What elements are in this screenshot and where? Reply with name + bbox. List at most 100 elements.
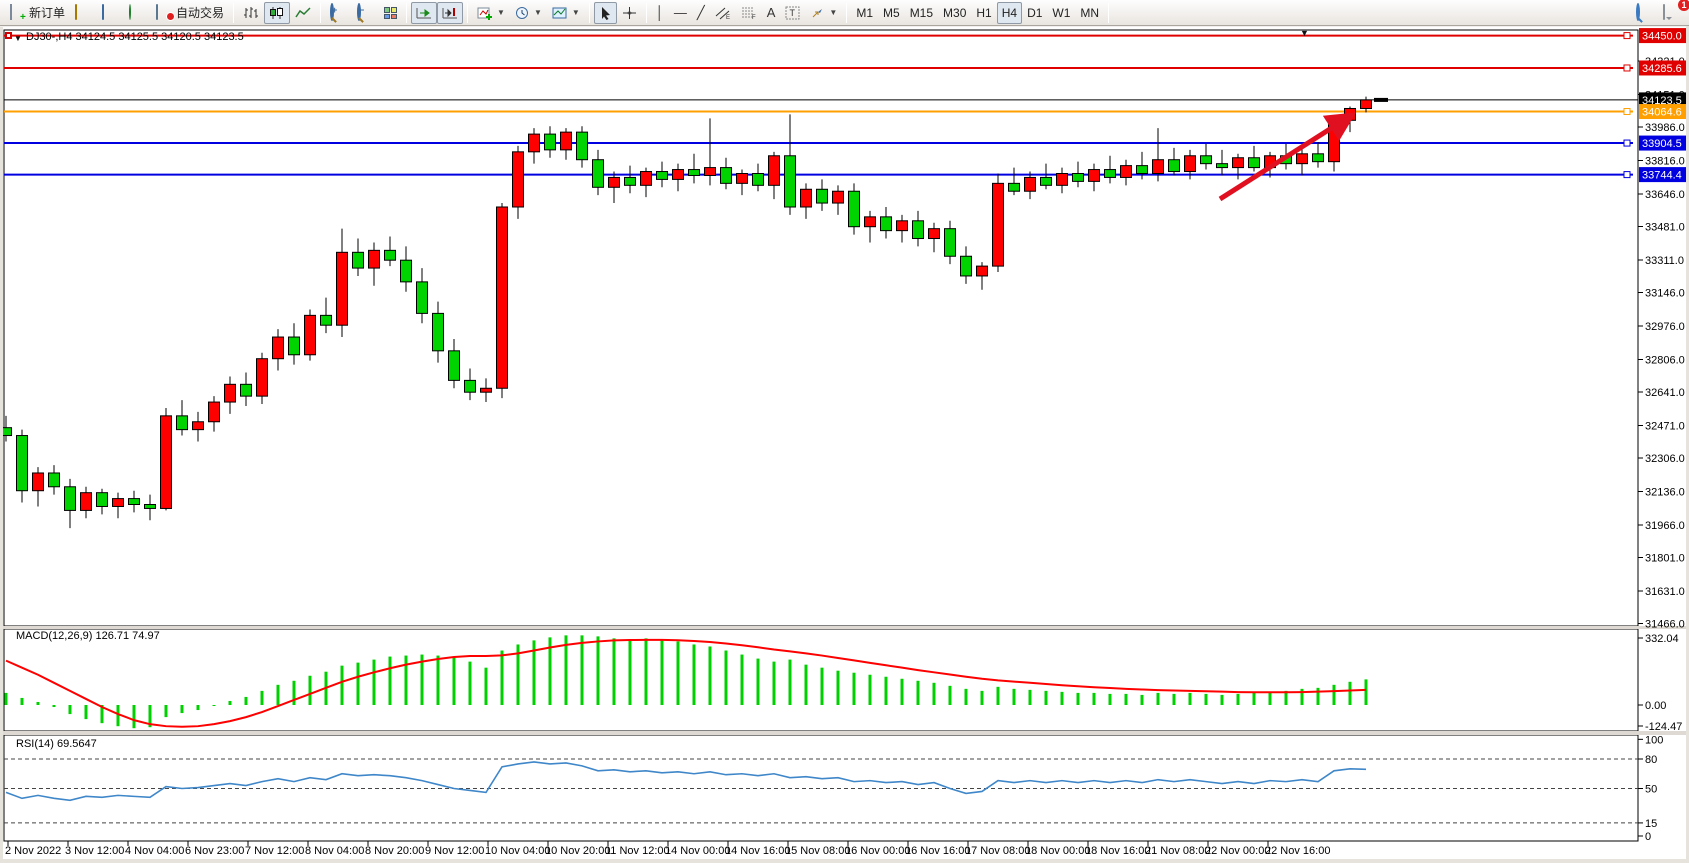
candle: [1185, 156, 1196, 172]
candle: [1329, 120, 1340, 161]
rsi-axis-label: 15: [1645, 818, 1657, 830]
window-edge: [0, 27, 3, 863]
charts-profile-button[interactable]: [70, 2, 97, 24]
channel-icon: E: [715, 6, 731, 20]
chart-shift-button[interactable]: [437, 2, 463, 24]
notifications-button[interactable]: 1: [1658, 2, 1685, 24]
toolbar-separator: [233, 3, 234, 23]
candle: [81, 493, 92, 511]
timeframe-button-H4[interactable]: H4: [997, 2, 1022, 24]
rsi-axis-label: 0: [1645, 831, 1651, 843]
candle: [657, 172, 668, 180]
crosshair-button[interactable]: [617, 2, 642, 24]
autotrading-button[interactable]: 自动交易: [151, 2, 229, 24]
timeframe-button-MN[interactable]: MN: [1075, 2, 1104, 24]
timeframe-button-M15[interactable]: M15: [905, 2, 938, 24]
line-endpoint-marker[interactable]: [1624, 33, 1630, 39]
time-axis-label: 7 Nov 12:00: [245, 845, 304, 857]
new-order-button[interactable]: + 新订单: [4, 2, 70, 24]
line-endpoint-marker[interactable]: [1624, 172, 1630, 178]
text-button[interactable]: A: [762, 2, 781, 24]
candle: [1313, 154, 1324, 162]
price-badge-label: 34064.6: [1642, 107, 1682, 119]
zoom-out-button[interactable]: −: [352, 2, 379, 24]
tile-windows-button[interactable]: [379, 2, 402, 24]
symbol-dropdown-icon[interactable]: ▼: [14, 34, 22, 43]
macd-axis-label: 0.00: [1645, 700, 1666, 712]
line-chart-button[interactable]: [290, 2, 316, 24]
horizontal-line-icon: —: [674, 6, 687, 19]
candlestick-chart-button[interactable]: [264, 2, 290, 24]
chart-plot: 34321.034151.033986.033816.033646.033481…: [0, 0, 1689, 863]
candle: [977, 266, 988, 276]
time-axis-label: 10 Nov 20:00: [545, 845, 610, 857]
vertical-line-button[interactable]: │: [651, 2, 669, 24]
svg-text:F: F: [752, 15, 756, 20]
timeframe-button-D1[interactable]: D1: [1022, 2, 1047, 24]
timeframe-button-H1[interactable]: H1: [971, 2, 996, 24]
line-endpoint-marker[interactable]: [1624, 109, 1630, 115]
market-watch-button[interactable]: [97, 2, 124, 24]
macd-indicator-label: MACD(12,26,9) 126.71 74.97: [16, 630, 160, 642]
trend-arrow-annotation[interactable]: [1220, 115, 1352, 199]
price-badge-label: 33904.5: [1642, 138, 1682, 150]
auto-scroll-button[interactable]: [411, 2, 437, 24]
trendline-icon: ╱: [697, 6, 705, 19]
time-axis-label: 6 Nov 23:00: [185, 845, 244, 857]
candle: [273, 337, 284, 359]
candle: [1121, 166, 1132, 178]
navigator-button[interactable]: [124, 2, 151, 24]
fibonacci-button[interactable]: F: [736, 2, 762, 24]
bar-chart-button[interactable]: [238, 2, 264, 24]
indicators-button[interactable]: ▼: [472, 2, 510, 24]
candle: [449, 351, 460, 381]
candle: [897, 221, 908, 231]
price-tick-label: 32136.0: [1645, 487, 1685, 499]
candle: [481, 388, 492, 392]
text-label-button[interactable]: T: [780, 2, 805, 24]
trendline-button[interactable]: ╱: [692, 2, 710, 24]
candle: [1265, 156, 1276, 168]
price-tick-label: 34151.0: [1645, 89, 1685, 101]
arrows-button[interactable]: ▼: [805, 2, 842, 24]
candle: [1169, 160, 1180, 172]
horizontal-line-button[interactable]: —: [669, 2, 692, 24]
price-tick-label: 32976.0: [1645, 321, 1685, 333]
pane-separator[interactable]: [0, 731, 1686, 735]
line-endpoint-marker[interactable]: [1624, 65, 1630, 71]
candle: [97, 493, 108, 507]
toolbar-separator: [846, 3, 847, 23]
channel-button[interactable]: E: [710, 2, 736, 24]
cursor-button[interactable]: [594, 2, 617, 24]
candle: [225, 384, 236, 402]
line-endpoint-marker[interactable]: [1624, 140, 1630, 146]
timeframe-button-W1[interactable]: W1: [1047, 2, 1075, 24]
candle: [1201, 156, 1212, 164]
candle: [929, 229, 940, 239]
candle: [641, 172, 652, 186]
object-anchor-marker[interactable]: [5, 32, 12, 39]
search-icon: [1636, 5, 1653, 20]
candle: [769, 156, 780, 186]
candle: [593, 160, 604, 188]
search-button[interactable]: [1631, 2, 1658, 24]
price-badge: [1639, 92, 1689, 107]
zoom-in-button[interactable]: +: [325, 2, 352, 24]
candle: [1137, 166, 1148, 174]
candle: [177, 416, 188, 430]
pane-separator[interactable]: [0, 626, 1686, 629]
dropdown-caret-icon: ▼: [572, 8, 580, 17]
timeframe-button-M30[interactable]: M30: [938, 2, 971, 24]
templates-button[interactable]: ▼: [547, 2, 585, 24]
periods-button[interactable]: ▼: [510, 2, 547, 24]
candle: [1153, 160, 1164, 174]
notification-badge: 1: [1678, 0, 1689, 11]
chart-shift-marker-icon[interactable]: ▼: [1300, 28, 1309, 38]
timeframe-button-M5[interactable]: M5: [878, 2, 905, 24]
timeframe-button-M1[interactable]: M1: [851, 2, 878, 24]
text-icon: A: [767, 6, 776, 19]
candle: [465, 380, 476, 392]
vertical-line-icon: │: [656, 6, 664, 19]
price-badge: [1639, 136, 1689, 151]
mt4-window: + 新订单 自动交易 + −: [0, 0, 1689, 863]
